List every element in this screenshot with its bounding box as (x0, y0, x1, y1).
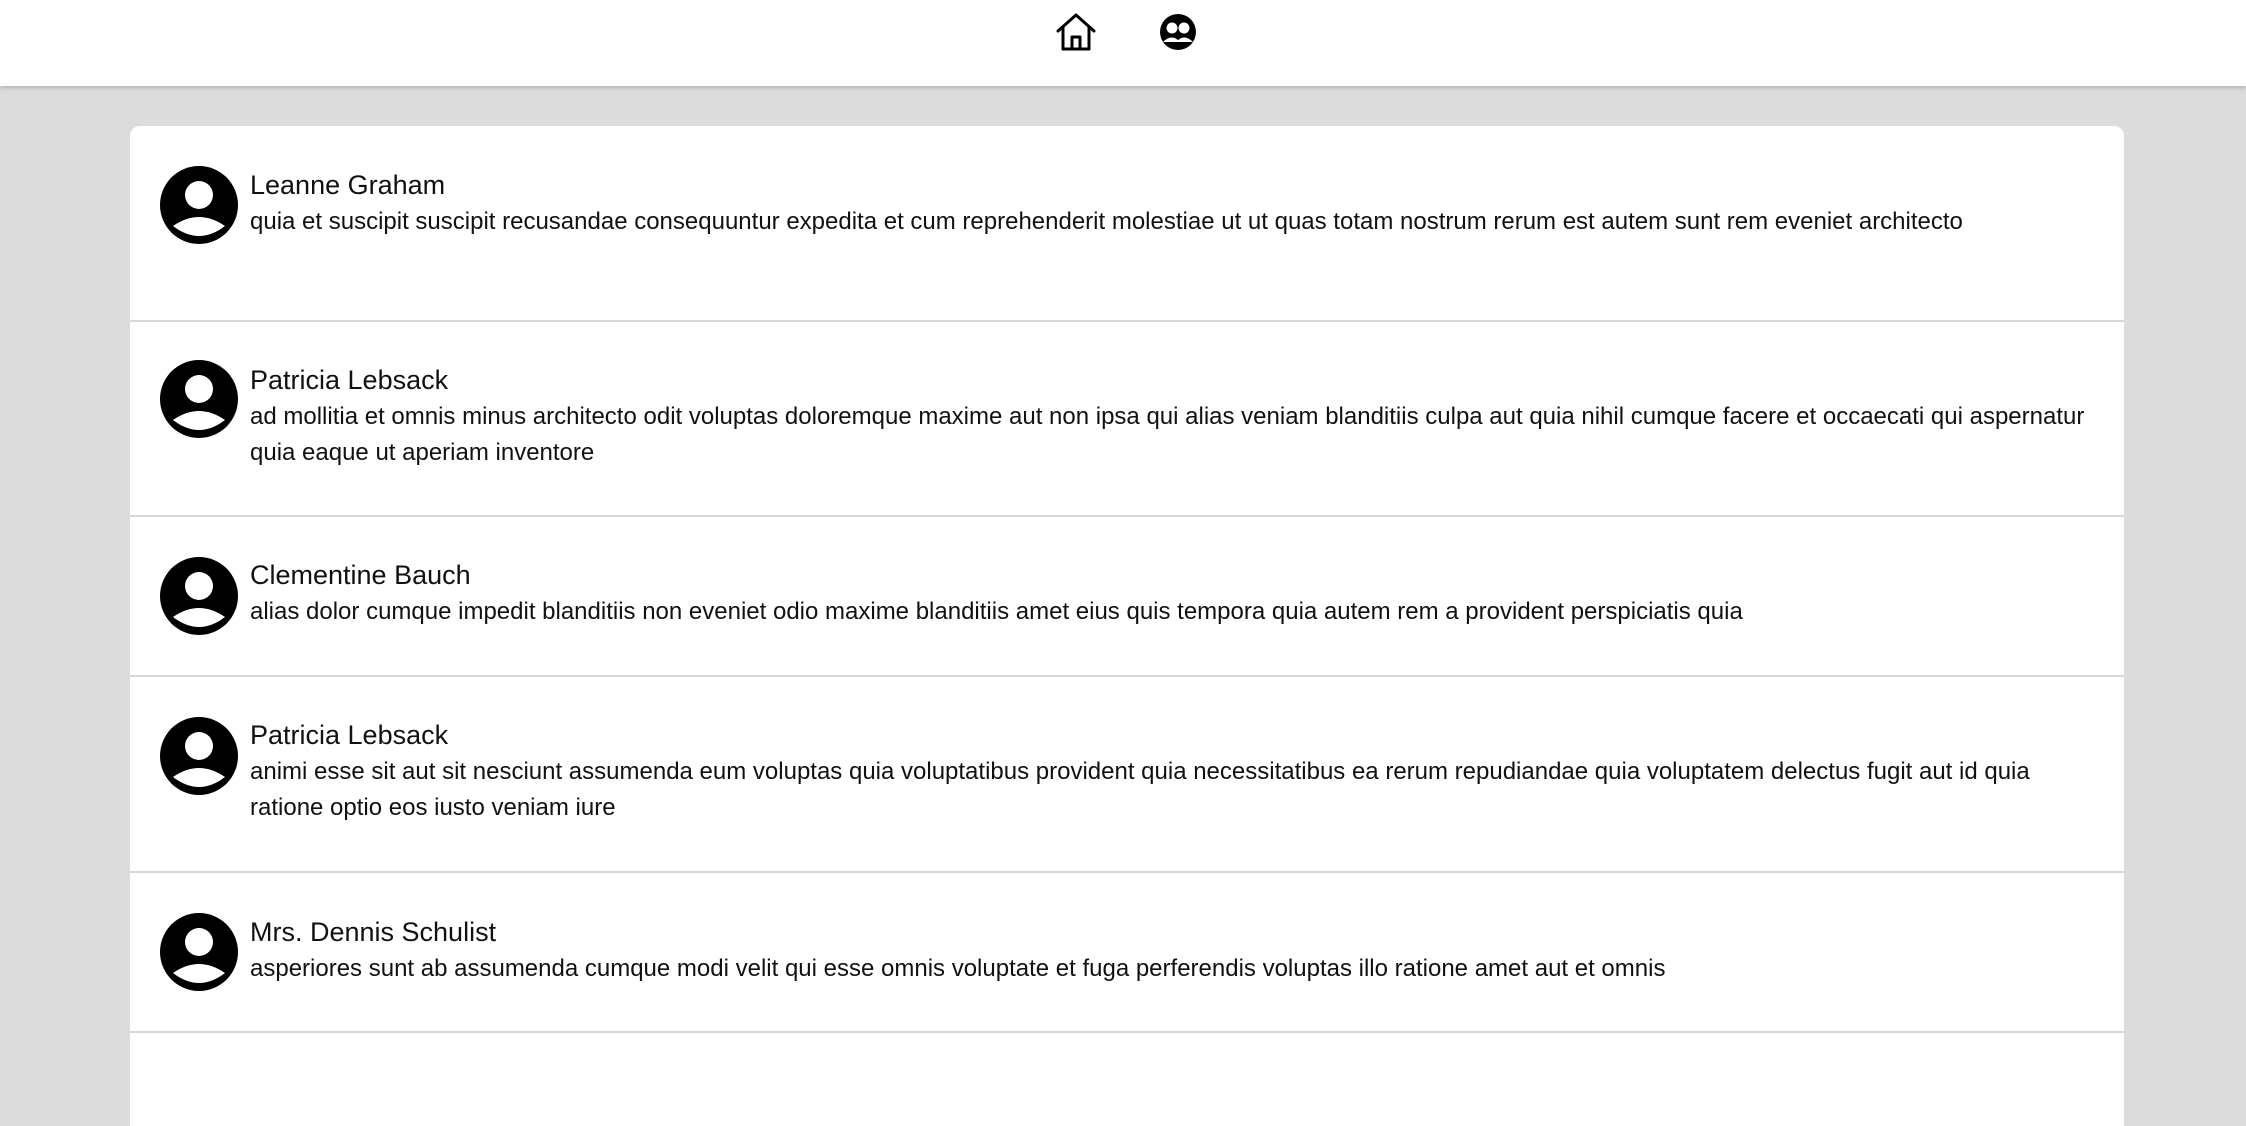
post-content: Patricia Lebsack animi esse sit aut sit … (250, 718, 2094, 826)
post-content: Leanne Graham quia et suscipit suscipit … (250, 168, 2094, 240)
post-content: Mrs. Dennis Schulist asperiores sunt ab … (250, 915, 2094, 987)
post-body: quia et suscipit suscipit recusandae con… (250, 208, 1963, 235)
post-item[interactable]: Patricia Lebsack animi esse sit aut sit … (130, 677, 2124, 873)
users-icon (1160, 14, 1196, 50)
post-author: Patricia Lebsack (250, 365, 449, 395)
home-icon (1056, 13, 1096, 51)
user-avatar-icon (160, 913, 238, 991)
post-list: Leanne Graham quia et suscipit suscipit … (130, 126, 2124, 1126)
post-author: Patricia Lebsack (250, 720, 449, 750)
post-item[interactable]: Patricia Lebsack ad mollitia et omnis mi… (130, 322, 2124, 517)
post-body: animi esse sit aut sit nesciunt assumend… (250, 758, 2030, 821)
users-button[interactable] (1155, 9, 1201, 55)
post-content: Clementine Bauch alias dolor cumque impe… (250, 558, 2094, 630)
home-button[interactable] (1053, 9, 1099, 55)
top-nav-bar (0, 0, 2246, 86)
post-author: Clementine Bauch (250, 560, 471, 590)
post-author: Mrs. Dennis Schulist (250, 917, 497, 947)
post-item[interactable]: Mrs. Dennis Schulist asperiores sunt ab … (130, 873, 2124, 1033)
user-avatar-icon (160, 717, 238, 795)
post-item[interactable]: Clementine Bauch alias dolor cumque impe… (130, 517, 2124, 677)
user-avatar-icon (160, 360, 238, 438)
user-avatar-icon (160, 557, 238, 635)
post-body: asperiores sunt ab assumenda cumque modi… (250, 955, 1666, 982)
post-item[interactable]: Leanne Graham quia et suscipit suscipit … (130, 126, 2124, 322)
post-author: Leanne Graham (250, 170, 446, 200)
user-avatar-icon (160, 166, 238, 244)
post-body: ad mollitia et omnis minus architecto od… (250, 403, 2085, 466)
post-body: alias dolor cumque impedit blanditiis no… (250, 598, 1743, 625)
post-content: Patricia Lebsack ad mollitia et omnis mi… (250, 363, 2094, 471)
